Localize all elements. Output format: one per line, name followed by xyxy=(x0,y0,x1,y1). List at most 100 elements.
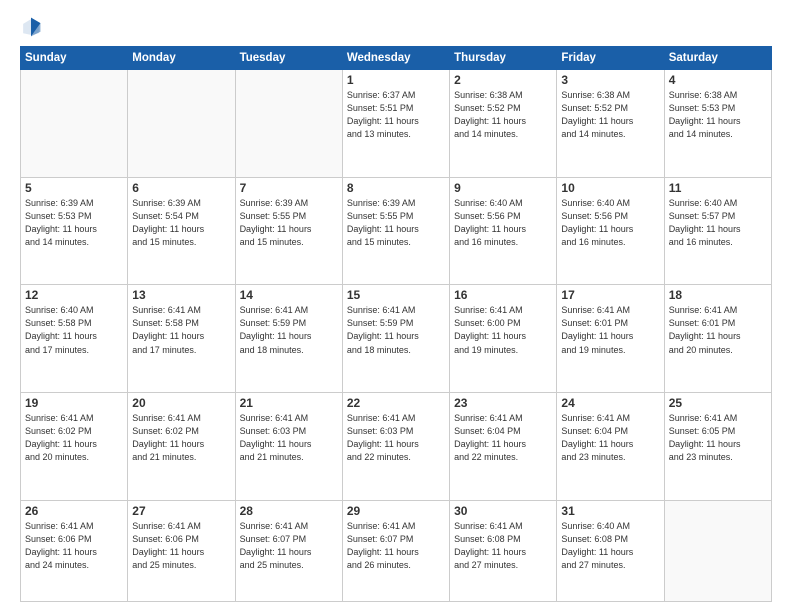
day-info: Sunrise: 6:40 AM Sunset: 5:56 PM Dayligh… xyxy=(561,197,659,249)
weekday-header-friday: Friday xyxy=(557,47,664,70)
calendar-cell: 26Sunrise: 6:41 AM Sunset: 6:06 PM Dayli… xyxy=(21,500,128,601)
header xyxy=(20,16,772,38)
day-info: Sunrise: 6:38 AM Sunset: 5:53 PM Dayligh… xyxy=(669,89,767,141)
day-info: Sunrise: 6:41 AM Sunset: 6:01 PM Dayligh… xyxy=(669,304,767,356)
day-number: 26 xyxy=(25,504,123,518)
calendar-cell: 7 Sunrise: 6:39 AM Sunset: 5:55 PM Daylig… xyxy=(235,177,342,285)
weekday-header-monday: Monday xyxy=(128,47,235,70)
day-info: Sunrise: 6:41 AM Sunset: 6:07 PM Dayligh… xyxy=(347,520,445,572)
day-number: 2 xyxy=(454,73,552,87)
day-info: Sunrise: 6:41 AM Sunset: 6:03 PM Dayligh… xyxy=(240,412,338,464)
calendar-cell xyxy=(21,70,128,178)
calendar-week-0: 1 Sunrise: 6:37 AM Sunset: 5:51 PM Daylig… xyxy=(21,70,772,178)
page: SundayMondayTuesdayWednesdayThursdayFrid… xyxy=(0,0,792,612)
calendar-cell: 29 Sunrise: 6:41 AM Sunset: 6:07 PM Dayli… xyxy=(342,500,449,601)
calendar-cell: 6 Sunrise: 6:39 AM Sunset: 5:54 PM Daylig… xyxy=(128,177,235,285)
calendar-cell: 12 Sunrise: 6:40 AM Sunset: 5:58 PM Dayli… xyxy=(21,285,128,393)
calendar-body: 1 Sunrise: 6:37 AM Sunset: 5:51 PM Daylig… xyxy=(21,70,772,602)
day-number: 10 xyxy=(561,181,659,195)
weekday-row: SundayMondayTuesdayWednesdayThursdayFrid… xyxy=(21,47,772,70)
day-number: 15 xyxy=(347,288,445,302)
day-info: Sunrise: 6:40 AM Sunset: 5:57 PM Dayligh… xyxy=(669,197,767,249)
calendar-cell: 10 Sunrise: 6:40 AM Sunset: 5:56 PM Dayli… xyxy=(557,177,664,285)
day-info: Sunrise: 6:41 AM Sunset: 5:59 PM Dayligh… xyxy=(240,304,338,356)
calendar-cell: 27 Sunrise: 6:41 AM Sunset: 6:06 PM Dayli… xyxy=(128,500,235,601)
day-info: Sunrise: 6:41 AM Sunset: 6:07 PM Dayligh… xyxy=(240,520,338,572)
calendar-week-3: 19 Sunrise: 6:41 AM Sunset: 6:02 PM Dayli… xyxy=(21,393,772,501)
day-number: 20 xyxy=(132,396,230,410)
calendar-cell: 2 Sunrise: 6:38 AM Sunset: 5:52 PM Daylig… xyxy=(450,70,557,178)
calendar-cell: 9Sunrise: 6:40 AM Sunset: 5:56 PM Daylig… xyxy=(450,177,557,285)
day-info: Sunrise: 6:39 AM Sunset: 5:54 PM Dayligh… xyxy=(132,197,230,249)
day-info: Sunrise: 6:39 AM Sunset: 5:55 PM Dayligh… xyxy=(240,197,338,249)
day-number: 27 xyxy=(132,504,230,518)
calendar-week-4: 26 Sunrise: 6:41 AM Sunset: 6:06 PM Dayli… xyxy=(21,500,772,601)
day-number: 4 xyxy=(669,73,767,87)
day-number: 1 xyxy=(347,73,445,87)
calendar-cell: 18 Sunrise: 6:41 AM Sunset: 6:01 PM Dayli… xyxy=(664,285,771,393)
calendar-cell xyxy=(664,500,771,601)
calendar-cell: 15 Sunrise: 6:41 AM Sunset: 5:59 PM Dayli… xyxy=(342,285,449,393)
day-number: 16 xyxy=(454,288,552,302)
day-number: 29 xyxy=(347,504,445,518)
day-number: 21 xyxy=(240,396,338,410)
day-number: 7 xyxy=(240,181,338,195)
day-number: 14 xyxy=(240,288,338,302)
calendar-header: SundayMondayTuesdayWednesdayThursdayFrid… xyxy=(21,47,772,70)
day-info: Sunrise: 6:41 AM Sunset: 6:00 PM Dayligh… xyxy=(454,304,552,356)
day-info: Sunrise: 6:40 AM Sunset: 5:58 PM Dayligh… xyxy=(25,304,123,356)
weekday-header-thursday: Thursday xyxy=(450,47,557,70)
day-number: 8 xyxy=(347,181,445,195)
weekday-header-sunday: Sunday xyxy=(21,47,128,70)
calendar-cell: 17 Sunrise: 6:41 AM Sunset: 6:01 PM Dayli… xyxy=(557,285,664,393)
day-info: Sunrise: 6:37 AM Sunset: 5:51 PM Dayligh… xyxy=(347,89,445,141)
calendar-cell: 21 Sunrise: 6:41 AM Sunset: 6:03 PM Dayli… xyxy=(235,393,342,501)
day-info: Sunrise: 6:41 AM Sunset: 6:02 PM Dayligh… xyxy=(132,412,230,464)
day-number: 25 xyxy=(669,396,767,410)
calendar-cell xyxy=(235,70,342,178)
day-info: Sunrise: 6:39 AM Sunset: 5:53 PM Dayligh… xyxy=(25,197,123,249)
logo xyxy=(20,16,46,38)
day-number: 17 xyxy=(561,288,659,302)
calendar-cell: 3Sunrise: 6:38 AM Sunset: 5:52 PM Daylig… xyxy=(557,70,664,178)
calendar-cell: 30Sunrise: 6:41 AM Sunset: 6:08 PM Dayli… xyxy=(450,500,557,601)
day-number: 6 xyxy=(132,181,230,195)
day-number: 31 xyxy=(561,504,659,518)
logo-icon xyxy=(20,16,42,38)
day-number: 28 xyxy=(240,504,338,518)
calendar-cell: 23Sunrise: 6:41 AM Sunset: 6:04 PM Dayli… xyxy=(450,393,557,501)
calendar-cell: 11 Sunrise: 6:40 AM Sunset: 5:57 PM Dayli… xyxy=(664,177,771,285)
day-info: Sunrise: 6:41 AM Sunset: 6:02 PM Dayligh… xyxy=(25,412,123,464)
calendar-week-1: 5Sunrise: 6:39 AM Sunset: 5:53 PM Daylig… xyxy=(21,177,772,285)
day-number: 24 xyxy=(561,396,659,410)
day-info: Sunrise: 6:41 AM Sunset: 6:01 PM Dayligh… xyxy=(561,304,659,356)
calendar-week-2: 12 Sunrise: 6:40 AM Sunset: 5:58 PM Dayli… xyxy=(21,285,772,393)
day-info: Sunrise: 6:40 AM Sunset: 6:08 PM Dayligh… xyxy=(561,520,659,572)
calendar-cell: 13 Sunrise: 6:41 AM Sunset: 5:58 PM Dayli… xyxy=(128,285,235,393)
calendar-cell: 31 Sunrise: 6:40 AM Sunset: 6:08 PM Dayli… xyxy=(557,500,664,601)
weekday-header-wednesday: Wednesday xyxy=(342,47,449,70)
weekday-header-tuesday: Tuesday xyxy=(235,47,342,70)
day-number: 23 xyxy=(454,396,552,410)
day-info: Sunrise: 6:38 AM Sunset: 5:52 PM Dayligh… xyxy=(454,89,552,141)
day-info: Sunrise: 6:38 AM Sunset: 5:52 PM Dayligh… xyxy=(561,89,659,141)
day-info: Sunrise: 6:41 AM Sunset: 5:59 PM Dayligh… xyxy=(347,304,445,356)
calendar-cell: 24 Sunrise: 6:41 AM Sunset: 6:04 PM Dayli… xyxy=(557,393,664,501)
day-info: Sunrise: 6:41 AM Sunset: 6:06 PM Dayligh… xyxy=(132,520,230,572)
calendar: SundayMondayTuesdayWednesdayThursdayFrid… xyxy=(20,46,772,602)
calendar-cell: 14 Sunrise: 6:41 AM Sunset: 5:59 PM Dayli… xyxy=(235,285,342,393)
day-number: 12 xyxy=(25,288,123,302)
day-info: Sunrise: 6:41 AM Sunset: 6:03 PM Dayligh… xyxy=(347,412,445,464)
day-number: 11 xyxy=(669,181,767,195)
calendar-cell: 4 Sunrise: 6:38 AM Sunset: 5:53 PM Daylig… xyxy=(664,70,771,178)
day-number: 13 xyxy=(132,288,230,302)
day-info: Sunrise: 6:41 AM Sunset: 6:04 PM Dayligh… xyxy=(561,412,659,464)
day-number: 19 xyxy=(25,396,123,410)
day-info: Sunrise: 6:41 AM Sunset: 6:05 PM Dayligh… xyxy=(669,412,767,464)
calendar-cell: 19 Sunrise: 6:41 AM Sunset: 6:02 PM Dayli… xyxy=(21,393,128,501)
calendar-cell: 5Sunrise: 6:39 AM Sunset: 5:53 PM Daylig… xyxy=(21,177,128,285)
day-info: Sunrise: 6:39 AM Sunset: 5:55 PM Dayligh… xyxy=(347,197,445,249)
calendar-cell: 1 Sunrise: 6:37 AM Sunset: 5:51 PM Daylig… xyxy=(342,70,449,178)
day-number: 18 xyxy=(669,288,767,302)
day-info: Sunrise: 6:41 AM Sunset: 5:58 PM Dayligh… xyxy=(132,304,230,356)
